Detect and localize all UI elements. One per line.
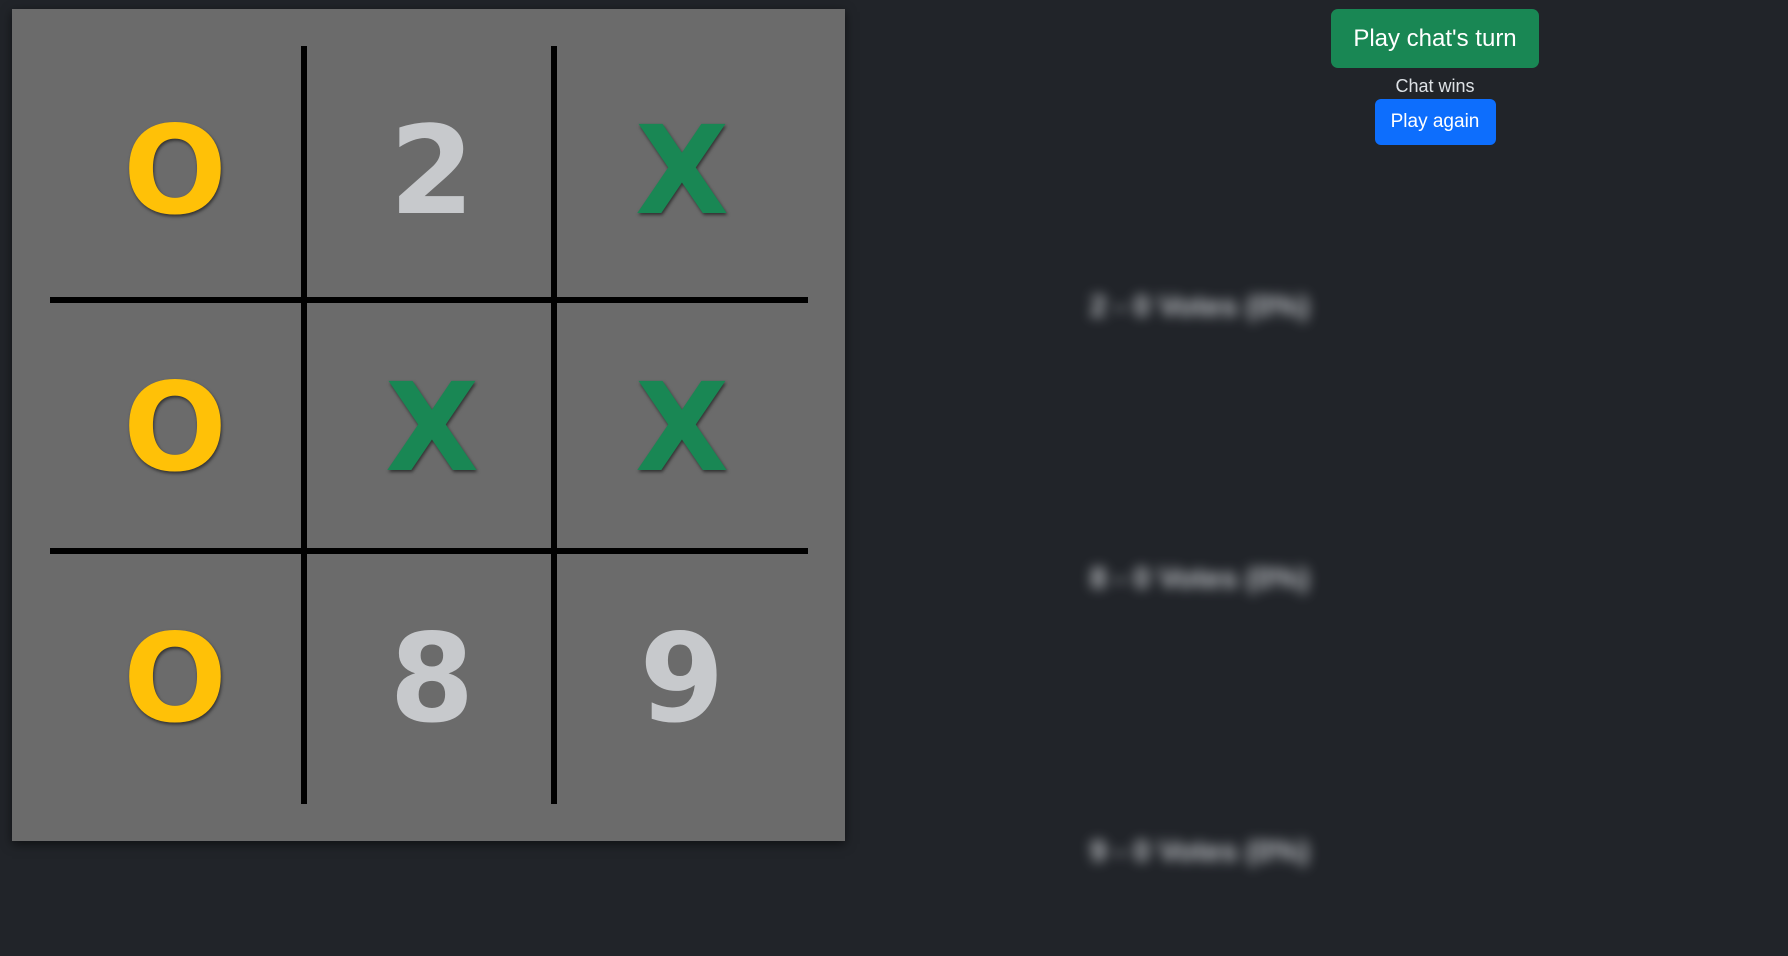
vote-tally-blurred-2: 8 - 0 Votes (0%) [1090, 562, 1310, 595]
cell-3[interactable]: X [557, 46, 807, 296]
game-controls: Play chat's turn Chat wins Play again [1331, 9, 1539, 145]
cell-5[interactable]: X [307, 303, 557, 553]
cell-9[interactable]: 9 [557, 554, 807, 804]
game-status-text: Chat wins [1395, 76, 1475, 96]
cell-1-mark: O [123, 100, 227, 242]
cell-6-mark: X [634, 357, 730, 499]
cell-7-mark: O [123, 608, 227, 750]
cell-3-mark: X [634, 100, 730, 242]
cell-1[interactable]: O [50, 46, 300, 296]
cell-5-mark: X [384, 357, 480, 499]
tic-tac-toe-board: O 2 X O X X O 8 9 [12, 9, 845, 841]
cell-7[interactable]: O [50, 554, 300, 804]
board-grid: O 2 X O X X O 8 9 [50, 46, 808, 804]
play-again-button[interactable]: Play again [1374, 99, 1496, 145]
cell-2-mark: 2 [389, 100, 475, 242]
cell-8[interactable]: 8 [307, 554, 557, 804]
cell-6[interactable]: X [557, 303, 807, 553]
vote-tally-blurred-3: 9 - 0 Votes (0%) [1090, 835, 1310, 868]
play-chats-turn-button[interactable]: Play chat's turn [1331, 9, 1539, 68]
cell-4-mark: O [123, 357, 227, 499]
cell-4[interactable]: O [50, 303, 300, 553]
cell-9-mark: 9 [639, 608, 725, 750]
game-page: O 2 X O X X O 8 9 Play chat's turn Chat … [0, 0, 1788, 956]
cell-2[interactable]: 2 [307, 46, 557, 296]
cell-8-mark: 8 [389, 608, 475, 750]
vote-tally-blurred-1: 2 - 0 Votes (0%) [1090, 290, 1310, 323]
